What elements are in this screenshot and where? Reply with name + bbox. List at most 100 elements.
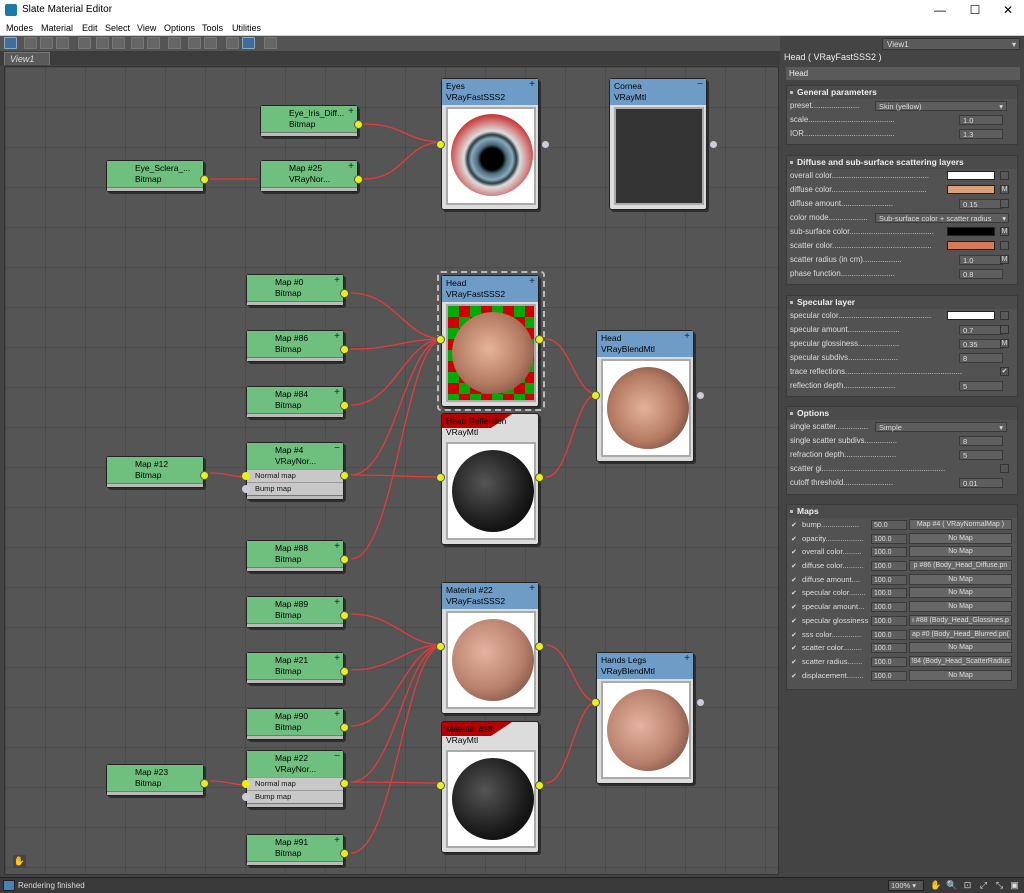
collapse-icon[interactable]: − [697, 79, 703, 90]
ior-spinner[interactable]: 1.3 [959, 129, 1003, 139]
rollout-header[interactable]: Diffuse and sub-surface scattering layer… [787, 156, 1017, 169]
menu-modes[interactable]: Modes [6, 23, 33, 33]
map-enabled-checkbox[interactable]: ✔ [791, 587, 800, 600]
expand-icon[interactable]: + [529, 79, 535, 90]
output-socket[interactable] [535, 642, 544, 651]
input-socket[interactable] [242, 780, 250, 788]
map-button[interactable]: M [1000, 185, 1009, 194]
eyes-material-node[interactable]: Eyes VRayFastSSS2 + [436, 78, 550, 210]
map21-bitmap-node[interactable]: Map #21 Bitmap + [246, 652, 349, 684]
diffuse-color-swatch[interactable] [947, 185, 995, 194]
eye-sclera-bitmap-node[interactable]: Eye_Sclera_... Bitmap [106, 160, 209, 192]
refraction-depth-spinner[interactable]: 5 [959, 450, 1003, 460]
map-amount-spinner[interactable]: 50.0 [871, 520, 907, 530]
expand-icon[interactable]: + [348, 106, 354, 117]
layout-all-icon[interactable] [188, 37, 201, 49]
single-scatter-subdivs-spinner[interactable]: 8 [959, 436, 1003, 446]
overall-color-swatch[interactable] [947, 171, 995, 180]
head-sss-material-node[interactable]: Head VRayFastSSS2 + [436, 275, 544, 407]
head-blend-material-node[interactable]: Head VRayBlendMtl + [591, 330, 705, 462]
collapse-icon[interactable]: − [334, 443, 340, 454]
input-socket[interactable] [436, 473, 445, 482]
map-button[interactable]: M [1000, 255, 1009, 264]
map25-normal-node[interactable]: Map #25 VRayNor... + [260, 160, 363, 192]
map-slot-button[interactable]: No Map [909, 587, 1012, 599]
output-socket[interactable] [340, 471, 349, 480]
map-button[interactable] [1000, 171, 1009, 180]
input-socket[interactable] [591, 391, 600, 400]
map-amount-spinner[interactable]: 100.0 [871, 629, 907, 640]
specular-color-swatch[interactable] [947, 311, 995, 320]
output-socket[interactable] [535, 473, 544, 482]
map-enabled-checkbox[interactable]: ✔ [791, 642, 800, 655]
map-slot-button[interactable]: No Map [909, 573, 1012, 585]
map-amount-spinner[interactable]: 100.0 [871, 561, 907, 572]
map-enabled-checkbox[interactable]: ✔ [791, 601, 800, 614]
assign-material-icon[interactable] [56, 37, 69, 49]
input-socket[interactable] [242, 485, 250, 493]
output-socket[interactable] [709, 140, 718, 149]
map-amount-spinner[interactable]: 100.0 [871, 656, 907, 667]
map-button[interactable] [1000, 199, 1009, 208]
output-socket[interactable] [340, 345, 349, 354]
menu-material[interactable]: Material [41, 23, 73, 33]
eye-iris-bitmap-node[interactable]: Eye_Iris_Diff... Bitmap + [260, 105, 363, 137]
map-amount-spinner[interactable]: 100.0 [871, 574, 907, 585]
diffuse-amount-spinner[interactable]: 0.15 [959, 199, 1003, 209]
reflection-depth-spinner[interactable]: 5 [959, 381, 1003, 391]
minimize-button[interactable]: — [925, 1, 955, 19]
node-view-canvas[interactable]: Eye_Iris_Diff... Bitmap + Eye_Sclera_... Bi… [4, 66, 779, 875]
tab-view1[interactable]: View1 [4, 52, 50, 65]
select-tool-icon[interactable] [4, 37, 17, 49]
output-socket[interactable] [340, 723, 349, 732]
map-slot-button[interactable]: ı #88 (Body_Head_Glossines.p [909, 614, 1012, 626]
rollout-header[interactable]: Maps [787, 505, 1017, 518]
material18-node[interactable]: Material #18 VRayMtl [436, 721, 544, 853]
maximize-button[interactable]: ☐ [960, 1, 990, 19]
menu-tools[interactable]: Tools [202, 23, 223, 33]
map-enabled-checkbox[interactable]: ✔ [791, 546, 800, 559]
map12-bitmap-node[interactable]: Map #12 Bitmap [106, 456, 209, 488]
head-reflection-material-node[interactable]: Head Reflection VRayMtl [436, 413, 544, 545]
phase-function-spinner[interactable]: 0.8 [959, 269, 1003, 279]
output-socket[interactable] [696, 391, 705, 400]
input-socket[interactable] [242, 472, 250, 480]
menu-view[interactable]: View [137, 23, 156, 33]
expand-icon[interactable]: + [334, 331, 340, 342]
map-slot-button[interactable]: No Map [909, 532, 1012, 544]
output-socket[interactable] [200, 175, 209, 184]
hands-legs-material-node[interactable]: Hands Legs VRayBlendMtl + [591, 652, 705, 784]
pan-icon[interactable]: ✋ [930, 880, 941, 891]
map-amount-spinner[interactable]: 100.0 [871, 547, 907, 558]
show-background-icon[interactable] [147, 37, 160, 49]
maximize-viewport-icon[interactable]: ▣ [1009, 880, 1020, 891]
map89-bitmap-node[interactable]: Map #89 Bitmap + [246, 596, 349, 628]
output-socket[interactable] [535, 781, 544, 790]
cornea-material-node[interactable]: Cornea VRayMtl − [609, 78, 718, 210]
map-enabled-checkbox[interactable]: ✔ [791, 519, 800, 532]
scatter-radius-spinner[interactable]: 1.0 [959, 255, 1003, 265]
expand-icon[interactable]: + [684, 653, 690, 664]
input-socket[interactable] [436, 781, 445, 790]
map-enabled-checkbox[interactable]: ✔ [791, 533, 800, 546]
output-socket[interactable] [340, 401, 349, 410]
pick-material-icon[interactable] [24, 37, 37, 49]
eyedropper-icon[interactable] [264, 37, 277, 49]
expand-icon[interactable]: + [529, 276, 535, 287]
specular-amount-spinner[interactable]: 0.7 [959, 325, 1003, 335]
map4-normal-node[interactable]: Map #4 VRayNor... − Normal map Bump map [242, 442, 349, 500]
pan-hand-icon[interactable]: ✋ [13, 855, 26, 868]
menu-utilities[interactable]: Utilities [232, 23, 261, 33]
expand-icon[interactable]: + [529, 583, 535, 594]
scale-spinner[interactable]: 1.0 [959, 115, 1003, 125]
move-children-icon[interactable] [96, 37, 109, 49]
expand-icon[interactable]: + [334, 835, 340, 846]
zoom-extents-icon[interactable]: ⤢ [978, 880, 989, 891]
map-amount-spinner[interactable]: 100.0 [871, 670, 907, 681]
map-slot-button[interactable]: Map #4 ( VRayNormalMap ) [909, 519, 1012, 530]
trace-reflections-checkbox[interactable]: ✔ [1000, 367, 1009, 376]
output-socket[interactable] [340, 849, 349, 858]
rollout-header[interactable]: General parameters [787, 86, 1017, 99]
map-enabled-checkbox[interactable]: ✔ [791, 615, 800, 628]
input-socket[interactable] [436, 642, 445, 651]
